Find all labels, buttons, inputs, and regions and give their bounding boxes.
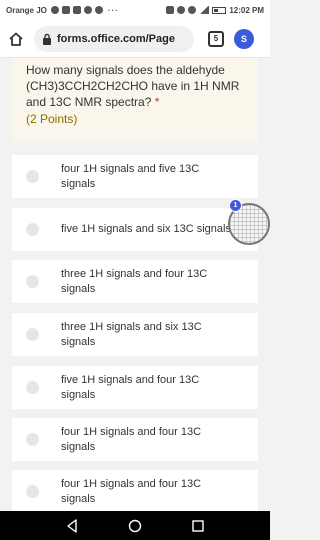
- option-label: three 1H signals and six 13C signals: [61, 320, 202, 348]
- answer-option[interactable]: four 1H signals and four 13C signals: [12, 418, 258, 461]
- option-label: four 1H signals and five 13C signals: [61, 162, 200, 190]
- answer-option[interactable]: three 1H signals and four 13C signals: [12, 260, 258, 303]
- home-button[interactable]: [6, 29, 26, 49]
- facebook-icon: [94, 6, 103, 14]
- option-label: four 1H signals and four 13C signals: [61, 425, 202, 453]
- tab-switcher-button[interactable]: 5: [208, 30, 224, 47]
- radio-button[interactable]: [26, 381, 39, 394]
- radio-button[interactable]: [26, 170, 39, 183]
- signal-icon: [199, 6, 210, 14]
- radio-button[interactable]: [26, 223, 39, 236]
- question-text: How many signals does the aldehyde (CH3)…: [26, 63, 240, 109]
- more-notifications-icon: ···: [107, 5, 119, 15]
- browser-toolbar: forms.office.com/Page 5 S: [0, 20, 270, 58]
- mail-icon: [72, 6, 81, 14]
- radio-button[interactable]: [26, 328, 39, 341]
- home-circle-icon: [128, 519, 142, 532]
- radio-button[interactable]: [26, 485, 39, 498]
- answer-option[interactable]: five 1H signals and four 13C signals: [12, 366, 258, 409]
- system-navigation-bar: [0, 511, 270, 540]
- url-text: forms.office.com/Page: [57, 32, 175, 45]
- lock-icon: [43, 33, 51, 45]
- option-label: five 1H signals and six 13C signals: [61, 223, 231, 235]
- home-icon: [9, 32, 23, 46]
- radio-button[interactable]: [26, 433, 39, 446]
- answer-option[interactable]: five 1H signals and six 13C signals: [12, 208, 258, 251]
- messenger-icon: [83, 6, 92, 14]
- radio-button[interactable]: [26, 275, 39, 288]
- alarm-icon: [177, 6, 186, 14]
- home-nav-button[interactable]: [127, 518, 143, 534]
- battery-icon: [212, 6, 227, 14]
- wifi-icon: [188, 6, 197, 14]
- system-icons: 12:02 PM: [166, 6, 264, 15]
- answer-option[interactable]: three 1H signals and six 13C signals: [12, 313, 258, 356]
- recent-apps-icon: [192, 519, 205, 532]
- floating-widget-badge: 1: [229, 199, 242, 212]
- question-card: How many signals does the aldehyde (CH3)…: [12, 58, 258, 142]
- answer-option[interactable]: four 1H signals and four 13C signals: [12, 470, 258, 513]
- notification-icon: [50, 6, 59, 14]
- carrier-name: Orange JO: [6, 5, 47, 15]
- extension-button[interactable]: S: [234, 28, 254, 49]
- vibrate-icon: [166, 6, 175, 14]
- option-label: four 1H signals and four 13C signals: [61, 477, 202, 505]
- required-mark: *: [154, 95, 160, 109]
- option-label: three 1H signals and four 13C signals: [61, 267, 208, 295]
- clock: 12:02 PM: [229, 5, 264, 15]
- status-bar: Orange JO ··· 12:02 PM: [0, 0, 270, 20]
- notification-icons: ···: [50, 5, 119, 15]
- address-bar[interactable]: forms.office.com/Page: [34, 25, 194, 52]
- back-icon: [66, 518, 77, 533]
- answer-option[interactable]: four 1H signals and five 13C signals: [12, 155, 258, 198]
- option-label: five 1H signals and four 13C signals: [61, 373, 200, 401]
- question-points: (2 Points): [26, 112, 78, 126]
- back-button[interactable]: [64, 518, 80, 534]
- recent-apps-button[interactable]: [190, 518, 206, 534]
- question-title: How many signals does the aldehyde (CH3)…: [26, 62, 244, 110]
- message-icon: [61, 6, 70, 14]
